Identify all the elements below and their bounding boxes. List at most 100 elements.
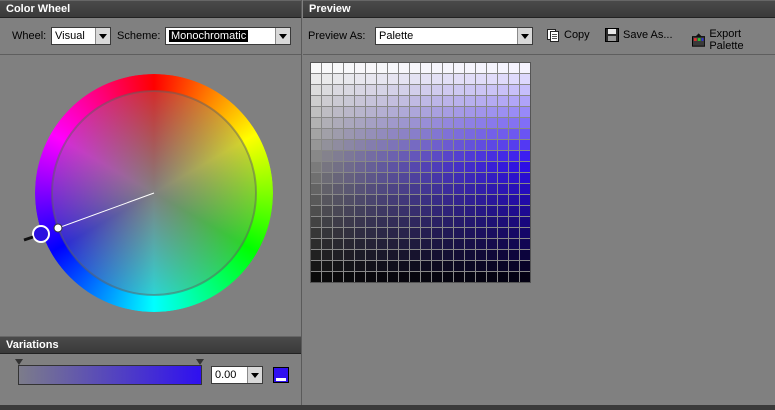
palette-swatch[interactable]	[487, 250, 497, 260]
palette-swatch[interactable]	[322, 173, 332, 183]
palette-swatch[interactable]	[410, 217, 420, 227]
palette-swatch[interactable]	[432, 74, 442, 84]
palette-swatch[interactable]	[377, 228, 387, 238]
palette-swatch[interactable]	[399, 195, 409, 205]
palette-swatch[interactable]	[377, 272, 387, 282]
palette-swatch[interactable]	[311, 151, 321, 161]
palette-swatch[interactable]	[355, 173, 365, 183]
palette-swatch[interactable]	[520, 85, 530, 95]
palette-swatch[interactable]	[344, 85, 354, 95]
palette-swatch[interactable]	[465, 261, 475, 271]
palette-swatch[interactable]	[520, 195, 530, 205]
palette-swatch[interactable]	[410, 195, 420, 205]
palette-swatch[interactable]	[366, 228, 376, 238]
palette-swatch[interactable]	[333, 250, 343, 260]
copy-button[interactable]: Copy	[546, 28, 590, 42]
palette-swatch[interactable]	[311, 162, 321, 172]
palette-swatch[interactable]	[432, 173, 442, 183]
palette-swatch[interactable]	[311, 107, 321, 117]
palette-swatch[interactable]	[476, 250, 486, 260]
palette-swatch[interactable]	[410, 85, 420, 95]
palette-swatch[interactable]	[322, 85, 332, 95]
palette-swatch[interactable]	[399, 184, 409, 194]
palette-swatch[interactable]	[465, 206, 475, 216]
palette-swatch[interactable]	[399, 151, 409, 161]
palette-swatch[interactable]	[311, 140, 321, 150]
palette-swatch[interactable]	[465, 162, 475, 172]
palette-swatch[interactable]	[498, 261, 508, 271]
palette-swatch[interactable]	[410, 129, 420, 139]
palette-swatch[interactable]	[322, 96, 332, 106]
palette-swatch[interactable]	[465, 63, 475, 73]
palette-swatch[interactable]	[476, 195, 486, 205]
chevron-down-icon[interactable]	[247, 367, 262, 383]
palette-swatch[interactable]	[421, 85, 431, 95]
palette-swatch[interactable]	[432, 206, 442, 216]
palette-swatch[interactable]	[366, 261, 376, 271]
palette-swatch[interactable]	[333, 272, 343, 282]
palette-swatch[interactable]	[465, 250, 475, 260]
palette-swatch[interactable]	[509, 261, 519, 271]
palette-swatch[interactable]	[509, 184, 519, 194]
palette-swatch[interactable]	[355, 206, 365, 216]
palette-swatch[interactable]	[410, 272, 420, 282]
palette-swatch[interactable]	[465, 184, 475, 194]
palette-swatch[interactable]	[322, 195, 332, 205]
palette-swatch[interactable]	[388, 151, 398, 161]
palette-swatch[interactable]	[421, 107, 431, 117]
palette-swatch[interactable]	[443, 206, 453, 216]
palette-swatch[interactable]	[454, 129, 464, 139]
palette-swatch[interactable]	[322, 206, 332, 216]
palette-swatch[interactable]	[344, 129, 354, 139]
palette-swatch[interactable]	[465, 173, 475, 183]
palette-swatch[interactable]	[322, 140, 332, 150]
palette-swatch[interactable]	[355, 107, 365, 117]
palette-swatch[interactable]	[355, 272, 365, 282]
palette-swatch[interactable]	[476, 151, 486, 161]
palette-swatch[interactable]	[377, 74, 387, 84]
palette-swatch[interactable]	[498, 184, 508, 194]
palette-swatch[interactable]	[509, 85, 519, 95]
palette-swatch[interactable]	[520, 74, 530, 84]
palette-swatch[interactable]	[498, 96, 508, 106]
palette-swatch[interactable]	[487, 217, 497, 227]
palette-swatch[interactable]	[443, 173, 453, 183]
palette-swatch[interactable]	[520, 173, 530, 183]
palette-swatch[interactable]	[498, 74, 508, 84]
palette-swatch[interactable]	[410, 250, 420, 260]
palette-swatch[interactable]	[333, 140, 343, 150]
palette-swatch[interactable]	[476, 85, 486, 95]
palette-swatch[interactable]	[311, 129, 321, 139]
palette-swatch[interactable]	[322, 162, 332, 172]
palette-swatch[interactable]	[454, 162, 464, 172]
palette-swatch[interactable]	[344, 195, 354, 205]
palette-swatch[interactable]	[322, 228, 332, 238]
palette-swatch[interactable]	[322, 151, 332, 161]
palette-swatch[interactable]	[333, 184, 343, 194]
palette-swatch[interactable]	[366, 184, 376, 194]
palette-swatch[interactable]	[311, 184, 321, 194]
palette-swatch[interactable]	[388, 140, 398, 150]
palette-swatch[interactable]	[388, 173, 398, 183]
palette-swatch[interactable]	[377, 118, 387, 128]
palette-swatch[interactable]	[377, 151, 387, 161]
palette-swatch[interactable]	[410, 96, 420, 106]
palette-swatch[interactable]	[454, 261, 464, 271]
palette-swatch[interactable]	[366, 85, 376, 95]
palette-swatch[interactable]	[399, 272, 409, 282]
palette-swatch[interactable]	[388, 96, 398, 106]
palette-swatch[interactable]	[487, 272, 497, 282]
palette-swatch[interactable]	[509, 118, 519, 128]
palette-swatch[interactable]	[377, 140, 387, 150]
palette-swatch[interactable]	[443, 74, 453, 84]
palette-swatch[interactable]	[454, 228, 464, 238]
palette-swatch[interactable]	[322, 63, 332, 73]
palette-swatch[interactable]	[487, 140, 497, 150]
palette-swatch[interactable]	[487, 184, 497, 194]
palette-swatch[interactable]	[520, 272, 530, 282]
palette-swatch[interactable]	[520, 184, 530, 194]
palette-swatch[interactable]	[421, 162, 431, 172]
palette-swatch[interactable]	[520, 206, 530, 216]
palette-swatch[interactable]	[344, 118, 354, 128]
palette-swatch[interactable]	[377, 184, 387, 194]
